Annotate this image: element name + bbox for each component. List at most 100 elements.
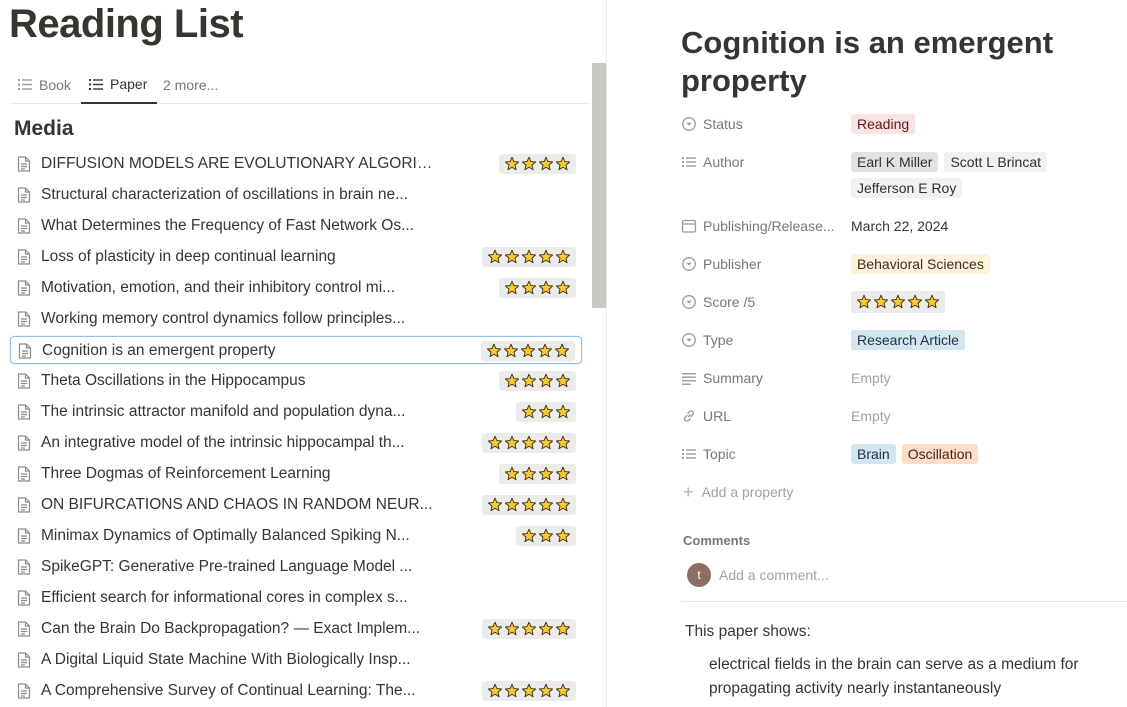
author-tag[interactable]: Earl K Miller bbox=[851, 152, 939, 172]
list-item[interactable]: Cognition is an emergent property bbox=[10, 336, 582, 364]
text-property-icon bbox=[682, 373, 696, 385]
rating-stars[interactable] bbox=[516, 526, 576, 546]
avatar: t bbox=[687, 563, 711, 587]
rating-stars[interactable] bbox=[482, 495, 576, 515]
multi-select-icon bbox=[682, 449, 696, 459]
star-icon bbox=[504, 497, 520, 512]
property-label-topic[interactable]: Topic bbox=[681, 442, 846, 466]
list-item[interactable]: An integrative model of the intrinsic hi… bbox=[10, 429, 582, 457]
list-item-title: A Comprehensive Survey of Continual Lear… bbox=[41, 682, 416, 699]
page-icon bbox=[17, 311, 31, 327]
scrollbar-thumb[interactable] bbox=[592, 63, 606, 308]
url-empty-value[interactable]: Empty bbox=[851, 408, 891, 424]
list-item[interactable]: Structural characterization of oscillati… bbox=[10, 181, 582, 209]
star-icon bbox=[504, 466, 520, 481]
list-item[interactable]: Three Dogmas of Reinforcement Learning bbox=[10, 460, 582, 488]
list-item[interactable]: The intrinsic attractor manifold and pop… bbox=[10, 398, 582, 426]
star-icon bbox=[487, 621, 503, 636]
property-label-score[interactable]: Score /5 bbox=[681, 290, 846, 314]
star-icon bbox=[504, 435, 520, 450]
page-icon bbox=[17, 528, 31, 544]
star-icon bbox=[504, 621, 520, 636]
list-item-title: DIFFUSION MODELS ARE EVOLUTIONARY ALGORI… bbox=[41, 155, 436, 172]
publisher-tag[interactable]: Behavioral Sciences bbox=[851, 254, 990, 274]
list-item-title: ON BIFURCATIONS AND CHAOS IN RANDOM NEUR… bbox=[41, 496, 433, 513]
comment-input[interactable] bbox=[719, 567, 1019, 583]
rating-stars[interactable] bbox=[482, 681, 576, 701]
score-rating[interactable] bbox=[851, 291, 945, 313]
list-view-icon bbox=[89, 78, 103, 90]
property-label-publisher[interactable]: Publisher bbox=[681, 252, 846, 276]
list-item[interactable]: SpikeGPT: Generative Pre-trained Languag… bbox=[10, 553, 582, 581]
list-item[interactable]: What Determines the Frequency of Fast Ne… bbox=[10, 212, 582, 240]
rating-stars[interactable] bbox=[482, 433, 576, 453]
list-item[interactable]: Loss of plasticity in deep continual lea… bbox=[10, 243, 582, 271]
document-title[interactable]: Cognition is an emergent property bbox=[681, 24, 1101, 100]
property-label-status[interactable]: Status bbox=[681, 112, 846, 136]
body-paragraph[interactable]: This paper shows: bbox=[685, 623, 811, 641]
list-item[interactable]: A Comprehensive Survey of Continual Lear… bbox=[10, 677, 582, 705]
list-item[interactable]: Theta Oscillations in the Hippocampus bbox=[10, 367, 582, 395]
property-label-summary[interactable]: Summary bbox=[681, 366, 846, 390]
tab-book[interactable]: Book bbox=[18, 66, 71, 103]
property-label-url[interactable]: URL bbox=[681, 404, 846, 428]
topic-tag[interactable]: Oscillation bbox=[901, 444, 979, 464]
rating-stars[interactable] bbox=[481, 341, 575, 361]
star-icon bbox=[555, 528, 571, 543]
list-item[interactable]: Efficient search for informational cores… bbox=[10, 584, 582, 612]
page-peek: Cognition is an emergent property Status… bbox=[607, 0, 1127, 707]
list-item-title: Minimax Dynamics of Optimally Balanced S… bbox=[41, 527, 410, 544]
star-icon bbox=[538, 497, 554, 512]
list-item[interactable]: A Digital Liquid State Machine With Biol… bbox=[10, 646, 582, 674]
body-bullet-item[interactable]: electrical fields in the brain can serve… bbox=[709, 653, 1119, 701]
rating-stars[interactable] bbox=[499, 464, 576, 484]
star-icon bbox=[487, 497, 503, 512]
star-icon bbox=[890, 294, 906, 309]
status-badge[interactable]: Reading bbox=[851, 114, 916, 134]
star-icon bbox=[555, 683, 571, 698]
star-icon bbox=[907, 294, 923, 309]
topic-tag[interactable]: Brain bbox=[851, 444, 896, 464]
list-item[interactable]: Working memory control dynamics follow p… bbox=[10, 305, 582, 333]
plus-icon: + bbox=[683, 482, 694, 502]
tab-paper[interactable]: Paper bbox=[81, 66, 158, 104]
list-item-title: Structural characterization of oscillati… bbox=[41, 186, 409, 203]
rating-stars[interactable] bbox=[482, 247, 576, 267]
rating-stars[interactable] bbox=[499, 154, 576, 174]
summary-empty-value[interactable]: Empty bbox=[851, 370, 891, 386]
list-item[interactable]: Minimax Dynamics of Optimally Balanced S… bbox=[10, 522, 582, 550]
rating-stars[interactable] bbox=[482, 619, 576, 639]
star-icon bbox=[873, 294, 889, 309]
star-icon bbox=[504, 373, 520, 388]
rating-stars[interactable] bbox=[499, 278, 576, 298]
type-tag[interactable]: Research Article bbox=[851, 330, 965, 350]
page-icon bbox=[18, 343, 32, 359]
list-item[interactable]: DIFFUSION MODELS ARE EVOLUTIONARY ALGORI… bbox=[10, 150, 582, 178]
list-item-title: Can the Brain Do Backpropagation? — Exac… bbox=[41, 620, 421, 637]
list-view-icon bbox=[18, 79, 32, 90]
page-icon bbox=[17, 156, 31, 172]
comment-composer: t bbox=[687, 562, 1019, 588]
list-item[interactable]: ON BIFURCATIONS AND CHAOS IN RANDOM NEUR… bbox=[10, 491, 582, 519]
list-item-title: Motivation, emotion, and their inhibitor… bbox=[41, 279, 396, 296]
author-tag[interactable]: Jefferson E Roy bbox=[851, 178, 963, 198]
rating-stars[interactable] bbox=[499, 371, 576, 391]
view-tabs: Book Paper 2 more... bbox=[10, 66, 590, 104]
list-item-title: The intrinsic attractor manifold and pop… bbox=[41, 403, 406, 420]
star-icon bbox=[521, 249, 537, 264]
star-icon bbox=[504, 249, 520, 264]
author-tag[interactable]: Scott L Brincat bbox=[944, 152, 1047, 172]
link-icon bbox=[683, 410, 695, 422]
add-property-button[interactable]: + Add a property bbox=[683, 481, 793, 503]
tab-more-views[interactable]: 2 more... bbox=[163, 66, 218, 103]
section-heading: Media bbox=[14, 117, 74, 140]
page-icon bbox=[17, 404, 31, 420]
publishing-date-value[interactable]: March 22, 2024 bbox=[851, 218, 948, 234]
property-label-author[interactable]: Author bbox=[681, 150, 846, 174]
rating-stars[interactable] bbox=[516, 402, 576, 422]
page-icon bbox=[17, 621, 31, 637]
list-item[interactable]: Motivation, emotion, and their inhibitor… bbox=[10, 274, 582, 302]
property-label-type[interactable]: Type bbox=[681, 328, 846, 352]
list-item[interactable]: Can the Brain Do Backpropagation? — Exac… bbox=[10, 615, 582, 643]
property-label-publishing[interactable]: Publishing/Release... bbox=[681, 214, 846, 238]
